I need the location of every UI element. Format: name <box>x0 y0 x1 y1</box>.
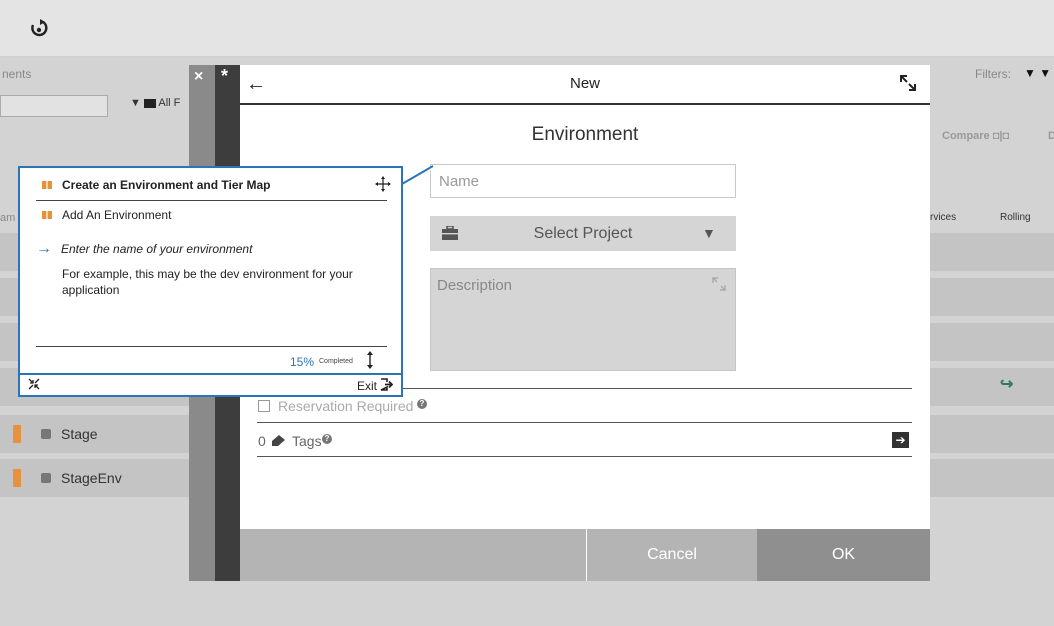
divider <box>257 422 912 423</box>
project-select[interactable]: Select Project ▼ <box>430 216 736 251</box>
info-icon <box>41 429 51 439</box>
row-label: StageEnv <box>61 470 122 486</box>
environment-icon <box>13 469 21 487</box>
tags-label: Tags <box>292 433 322 449</box>
tour-completed-label: Completed <box>319 358 353 365</box>
expand-icon[interactable] <box>712 277 726 291</box>
divider <box>36 346 387 347</box>
briefcase-icon <box>143 98 156 108</box>
ok-button[interactable]: OK <box>757 529 930 581</box>
description-field[interactable]: Description <box>430 268 736 371</box>
close-icon[interactable]: × <box>194 68 203 86</box>
cancel-button[interactable]: Cancel <box>586 529 757 581</box>
breadcrumb: nents <box>2 67 32 81</box>
compare-button[interactable]: Compare ◘|◘ <box>942 130 1009 142</box>
chevron-down-icon: ▼ <box>702 225 716 241</box>
tour-subtitle: Add An Environment <box>62 208 172 222</box>
tour-step: Enter the name of your environment <box>61 242 253 256</box>
environment-icon <box>13 425 21 443</box>
filter-icon[interactable]: ▼ ▼ <box>1024 66 1051 80</box>
info-icon <box>41 473 51 483</box>
dialog-header: ← New <box>240 65 930 105</box>
filter-label[interactable]: ▼ All F <box>130 97 180 109</box>
column-header-services: rvices <box>930 212 957 223</box>
guided-tour-panel: Create an Environment and Tier Map Add A… <box>18 166 403 397</box>
reservation-required-label: Reservation Required <box>278 398 414 414</box>
help-icon[interactable]: ? <box>322 434 332 444</box>
description-label: Description <box>437 277 513 294</box>
expand-icon[interactable] <box>899 74 917 92</box>
required-star-icon: * <box>221 66 229 86</box>
top-bar <box>0 0 1054 57</box>
filters-label: Filters: <box>975 67 1011 81</box>
divider <box>257 456 912 457</box>
tour-pointer <box>401 165 434 204</box>
book-icon <box>42 181 52 189</box>
up-down-arrow-icon[interactable] <box>365 351 375 369</box>
name-input[interactable] <box>430 164 736 198</box>
tour-footer: Exit <box>20 373 401 397</box>
dialog-title: New <box>569 75 600 92</box>
compare-extra: D <box>1048 130 1054 142</box>
book-icon <box>42 211 52 219</box>
dialog-footer: Cancel OK <box>240 529 930 581</box>
tags-open-button[interactable]: ➔ <box>892 432 909 448</box>
rolling-icon[interactable]: ↪ <box>1000 374 1013 394</box>
form-heading: Environment <box>531 124 639 145</box>
arrow-right-icon: → <box>36 240 52 257</box>
shrink-icon[interactable] <box>28 378 40 390</box>
tour-title: Create an Environment and Tier Map <box>62 178 271 192</box>
tour-percent: 15% <box>290 355 315 369</box>
refresh-icon[interactable] <box>28 18 50 40</box>
exit-icon[interactable] <box>380 378 393 391</box>
tag-icon <box>272 435 285 446</box>
row-label: Stage <box>61 426 98 442</box>
column-header-rolling: Rolling <box>1000 212 1031 223</box>
tour-exit-button[interactable]: Exit <box>357 379 377 393</box>
tags-count: 0 <box>258 433 266 449</box>
filter-input[interactable] <box>0 95 108 117</box>
tour-body: For example, this may be the dev environ… <box>62 267 353 297</box>
move-icon[interactable] <box>375 176 391 192</box>
column-header-name: am <box>0 212 16 224</box>
help-icon[interactable]: ? <box>417 399 427 409</box>
project-select-label: Select Project <box>533 225 633 242</box>
reservation-required-checkbox[interactable] <box>258 400 270 412</box>
divider <box>36 200 387 201</box>
